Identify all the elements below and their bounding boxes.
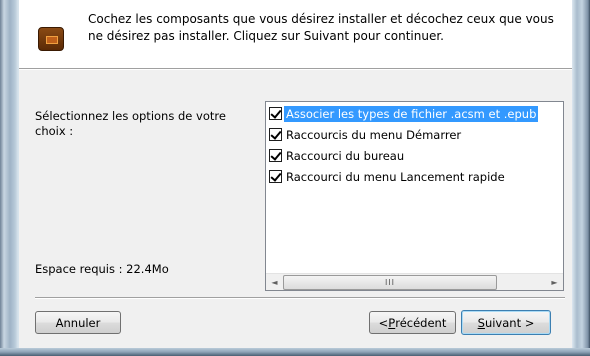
previous-label-rest: récédent bbox=[395, 315, 447, 330]
checkbox-checked-icon[interactable] bbox=[269, 128, 282, 141]
components-list[interactable]: Associer les types de fichier .acsm et .… bbox=[265, 101, 564, 291]
component-label: Associer les types de fichier .acsm et .… bbox=[284, 105, 539, 122]
header-divider bbox=[19, 68, 572, 70]
header-instructions: Cochez les composants que vous désirez i… bbox=[88, 12, 554, 43]
previous-mnemonic: P bbox=[388, 315, 396, 330]
checkbox-checked-icon[interactable] bbox=[269, 149, 282, 162]
grip-icon: III bbox=[384, 278, 396, 287]
header-panel: Cochez les composants que vous désirez i… bbox=[19, 0, 572, 68]
next-mnemonic: S bbox=[477, 315, 485, 330]
component-item-start-menu[interactable]: Raccourcis du menu Démarrer bbox=[269, 126, 563, 143]
checkbox-checked-icon[interactable] bbox=[269, 107, 282, 120]
previous-button[interactable]: < Précédent bbox=[369, 311, 456, 334]
scrollbar-thumb[interactable]: III bbox=[283, 275, 497, 290]
component-label: Raccourci du menu Lancement rapide bbox=[286, 169, 505, 184]
options-label: Sélectionnez les options de votre choix … bbox=[35, 109, 226, 138]
window-frame-right bbox=[572, 0, 590, 356]
component-item-desktop[interactable]: Raccourci du bureau bbox=[269, 147, 563, 164]
next-label-rest: uivant > bbox=[484, 315, 535, 330]
window-frame-left bbox=[0, 0, 19, 356]
installer-window: Cochez les composants que vous désirez i… bbox=[19, 0, 572, 348]
scroll-left-arrow-icon[interactable]: ◄ bbox=[266, 274, 283, 290]
cancel-button[interactable]: Annuler bbox=[35, 311, 121, 334]
checkbox-checked-icon[interactable] bbox=[269, 170, 282, 183]
window-frame-bottom bbox=[0, 348, 590, 356]
component-item-file-types[interactable]: Associer les types de fichier .acsm et .… bbox=[269, 105, 563, 122]
horizontal-scrollbar[interactable]: ◄ III ► bbox=[266, 273, 563, 290]
component-label: Raccourcis du menu Démarrer bbox=[286, 127, 462, 142]
package-icon bbox=[38, 27, 64, 51]
space-required-label: Espace requis : 22.4Mo bbox=[35, 262, 169, 276]
component-label: Raccourci du bureau bbox=[286, 148, 405, 163]
previous-prefix: < bbox=[378, 315, 389, 330]
footer-divider bbox=[35, 297, 565, 299]
component-item-quick-launch[interactable]: Raccourci du menu Lancement rapide bbox=[269, 168, 563, 185]
scroll-right-arrow-icon[interactable]: ► bbox=[546, 274, 563, 290]
next-button[interactable]: Suivant > bbox=[461, 310, 551, 335]
